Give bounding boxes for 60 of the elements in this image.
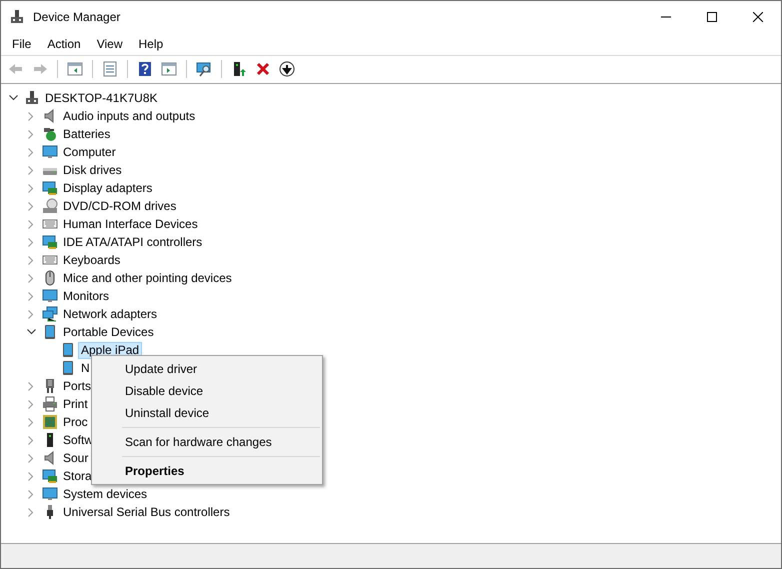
close-icon bbox=[753, 12, 763, 22]
window-pane-icon bbox=[161, 60, 177, 76]
tree-item[interactable]: Proc bbox=[61, 414, 90, 430]
tree-item[interactable]: Network adapters bbox=[61, 306, 160, 322]
network-monitors-icon bbox=[42, 306, 58, 322]
disc-drive-icon bbox=[42, 198, 58, 214]
monitor-icon bbox=[42, 144, 58, 160]
tree-item[interactable]: Audio inputs and outputs bbox=[61, 108, 198, 124]
tablet-icon bbox=[60, 342, 76, 358]
tree-item[interactable]: Stora bbox=[61, 468, 94, 484]
maximize-icon bbox=[707, 12, 717, 22]
tablet-icon bbox=[42, 324, 58, 340]
tree-item[interactable]: Human Interface Devices bbox=[61, 216, 200, 232]
processor-chip-icon bbox=[42, 414, 58, 430]
tree-item[interactable]: DESKTOP-41K7U8K bbox=[43, 90, 160, 106]
menu-item[interactable]: Action bbox=[39, 33, 89, 55]
tree-item[interactable]: Universal Serial Bus controllers bbox=[61, 504, 232, 520]
tree-item[interactable]: Sour bbox=[61, 450, 90, 466]
monitor-icon bbox=[42, 486, 58, 502]
tree-item[interactable]: Computer bbox=[61, 144, 118, 160]
chevron-down-icon bbox=[26, 329, 36, 335]
monitor-icon bbox=[42, 288, 58, 304]
tree-item[interactable]: DVD/CD-ROM drives bbox=[61, 198, 178, 214]
menu-item[interactable]: File bbox=[4, 33, 40, 55]
monitor-magnifier-icon bbox=[196, 60, 212, 76]
window-pane-icon bbox=[67, 60, 83, 76]
menu-item[interactable]: Properties bbox=[92, 460, 322, 482]
printer-icon bbox=[42, 396, 58, 412]
uninstall-x-icon bbox=[255, 60, 271, 76]
menu-item[interactable]: Help bbox=[130, 33, 172, 55]
adapter-card-icon bbox=[42, 468, 58, 484]
menu-item[interactable]: Update driver bbox=[92, 358, 322, 380]
tree-item[interactable]: System devices bbox=[61, 486, 150, 502]
tree-item[interactable]: Monitors bbox=[61, 288, 112, 304]
chevron-down-icon bbox=[8, 95, 18, 101]
tree-item[interactable]: Batteries bbox=[61, 126, 112, 142]
tree-item[interactable]: Mice and other pointing devices bbox=[61, 270, 234, 286]
adapter-card-icon bbox=[42, 180, 58, 196]
computer-tower-icon bbox=[24, 90, 40, 106]
menu-item[interactable]: Scan for hardware changes bbox=[92, 431, 322, 453]
tree-item[interactable]: IDE ATA/ATAPI controllers bbox=[61, 234, 204, 250]
down-arrow-circle-icon bbox=[279, 60, 295, 76]
device-manager-icon bbox=[9, 9, 25, 25]
window-title: Device Manager bbox=[33, 9, 120, 26]
menu-item[interactable]: Uninstall device bbox=[92, 402, 322, 424]
device-up-arrow-icon bbox=[231, 60, 247, 76]
tree-item[interactable]: Keyboards bbox=[61, 252, 122, 268]
tree-item[interactable]: Disk drives bbox=[61, 162, 124, 178]
menu-item[interactable]: View bbox=[88, 33, 130, 55]
menu-item[interactable]: Disable device bbox=[92, 380, 322, 402]
tree-item[interactable]: Ports bbox=[61, 378, 94, 394]
properties-icon bbox=[102, 60, 118, 76]
tree-item[interactable]: Print bbox=[61, 396, 90, 412]
adapter-card-icon bbox=[42, 234, 58, 250]
tree-item[interactable]: Display adapters bbox=[61, 180, 154, 196]
tree-item[interactable]: Portable Devices bbox=[61, 324, 156, 340]
help-icon bbox=[137, 60, 153, 76]
tree-item[interactable]: N bbox=[79, 360, 92, 376]
battery-plug-icon bbox=[42, 126, 58, 142]
tablet-icon bbox=[60, 360, 76, 376]
